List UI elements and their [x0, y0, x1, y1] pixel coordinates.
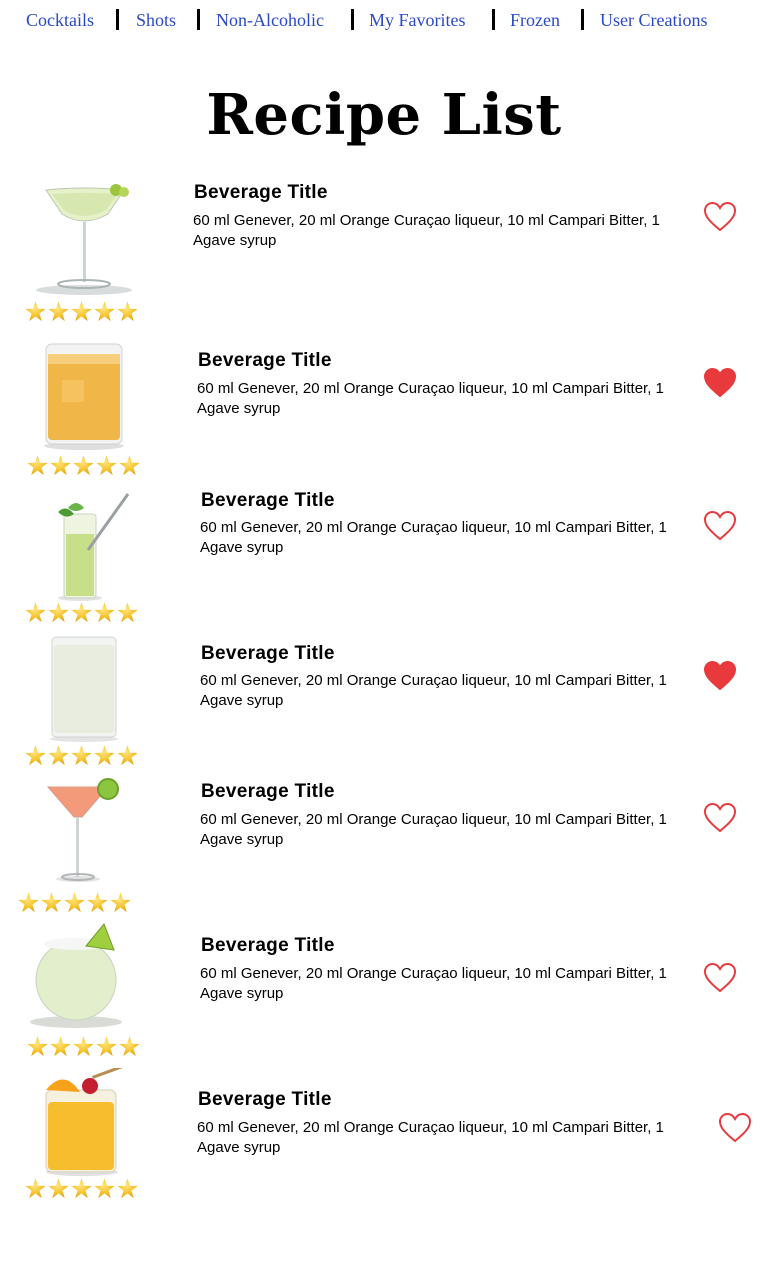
beverage-ingredients: 60 ml Genever, 20 ml Orange Curaçao liqu… — [197, 380, 664, 417]
star-icon — [73, 455, 94, 476]
favorite-heart-icon[interactable] — [718, 1112, 752, 1144]
star-icon — [94, 301, 115, 322]
rating-stars — [25, 1178, 140, 1202]
rating-stars — [27, 1036, 142, 1060]
star-icon — [96, 1036, 117, 1057]
star-icon — [119, 455, 140, 476]
star-icon — [41, 892, 62, 913]
star-icon — [87, 892, 108, 913]
star-icon — [64, 892, 85, 913]
star-icon — [25, 301, 46, 322]
nav-link-shots[interactable]: Shots — [136, 10, 176, 31]
tiki-glass-icon — [28, 1068, 144, 1186]
beverage-ingredients: 60 ml Genever, 20 ml Orange Curaçao liqu… — [193, 212, 660, 249]
star-icon — [18, 892, 39, 913]
star-icon — [25, 1178, 46, 1199]
star-icon — [119, 1036, 140, 1057]
star-icon — [110, 892, 131, 913]
beverage-title[interactable]: Beverage Title — [201, 935, 335, 957]
star-icon — [48, 602, 69, 623]
star-icon — [48, 1178, 69, 1199]
nav-divider — [581, 9, 584, 30]
nav-divider — [197, 9, 200, 30]
rating-stars — [18, 892, 133, 916]
rating-stars — [25, 602, 140, 626]
nav-link-user-creations[interactable]: User Creations — [600, 10, 707, 31]
star-icon — [117, 301, 138, 322]
favorite-heart-icon[interactable] — [703, 660, 737, 692]
beverage-title[interactable]: Beverage Title — [198, 1089, 332, 1111]
beverage-title[interactable]: Beverage Title — [194, 182, 328, 204]
favorite-heart-icon[interactable] — [703, 367, 737, 399]
nav-divider — [492, 9, 495, 30]
beverage-title[interactable]: Beverage Title — [201, 490, 335, 512]
star-icon — [50, 455, 71, 476]
favorite-heart-icon[interactable] — [703, 510, 737, 542]
margarita-bowl-glass-icon — [28, 922, 144, 1040]
beverage-title[interactable]: Beverage Title — [201, 781, 335, 803]
star-icon — [50, 1036, 71, 1057]
beverage-ingredients: 60 ml Genever, 20 ml Orange Curaçao liqu… — [200, 965, 667, 1002]
star-icon — [117, 602, 138, 623]
nav-link-cocktails[interactable]: Cocktails — [26, 10, 94, 31]
star-icon — [71, 602, 92, 623]
star-icon — [94, 745, 115, 766]
beverage-title[interactable]: Beverage Title — [201, 643, 335, 665]
star-icon — [94, 602, 115, 623]
favorite-heart-icon[interactable] — [703, 802, 737, 834]
rating-stars — [25, 745, 140, 769]
beverage-ingredients: 60 ml Genever, 20 ml Orange Curaçao liqu… — [200, 811, 667, 848]
favorite-heart-icon[interactable] — [703, 201, 737, 233]
star-icon — [48, 301, 69, 322]
star-icon — [27, 1036, 48, 1057]
star-icon — [25, 602, 46, 623]
star-icon — [71, 1178, 92, 1199]
highball-glass-icon — [28, 635, 144, 753]
margarita-glass-icon — [28, 180, 144, 298]
star-icon — [48, 745, 69, 766]
star-icon — [94, 1178, 115, 1199]
beverage-ingredients: 60 ml Genever, 20 ml Orange Curaçao liqu… — [200, 519, 667, 556]
cosmopolitan-glass-icon — [20, 775, 136, 893]
rating-stars — [27, 455, 142, 479]
nav-link-my-favorites[interactable]: My Favorites — [369, 10, 466, 31]
top-nav: Cocktails Shots Non-Alcoholic My Favorit… — [12, 6, 768, 34]
favorite-heart-icon[interactable] — [703, 962, 737, 994]
mojito-glass-icon — [28, 490, 144, 608]
nav-divider — [116, 9, 119, 30]
star-icon — [27, 455, 48, 476]
whiskey-sour-glass-icon — [28, 340, 144, 458]
star-icon — [117, 745, 138, 766]
star-icon — [71, 745, 92, 766]
nav-divider — [351, 9, 354, 30]
star-icon — [96, 455, 117, 476]
beverage-title[interactable]: Beverage Title — [198, 350, 332, 372]
rating-stars — [25, 301, 140, 325]
star-icon — [25, 745, 46, 766]
nav-link-frozen[interactable]: Frozen — [510, 10, 560, 31]
page-title: Recipe List — [206, 82, 562, 148]
star-icon — [73, 1036, 94, 1057]
beverage-ingredients: 60 ml Genever, 20 ml Orange Curaçao liqu… — [197, 1119, 664, 1156]
star-icon — [117, 1178, 138, 1199]
nav-link-non-alcoholic[interactable]: Non-Alcoholic — [216, 10, 324, 31]
star-icon — [71, 301, 92, 322]
beverage-ingredients: 60 ml Genever, 20 ml Orange Curaçao liqu… — [200, 672, 667, 709]
